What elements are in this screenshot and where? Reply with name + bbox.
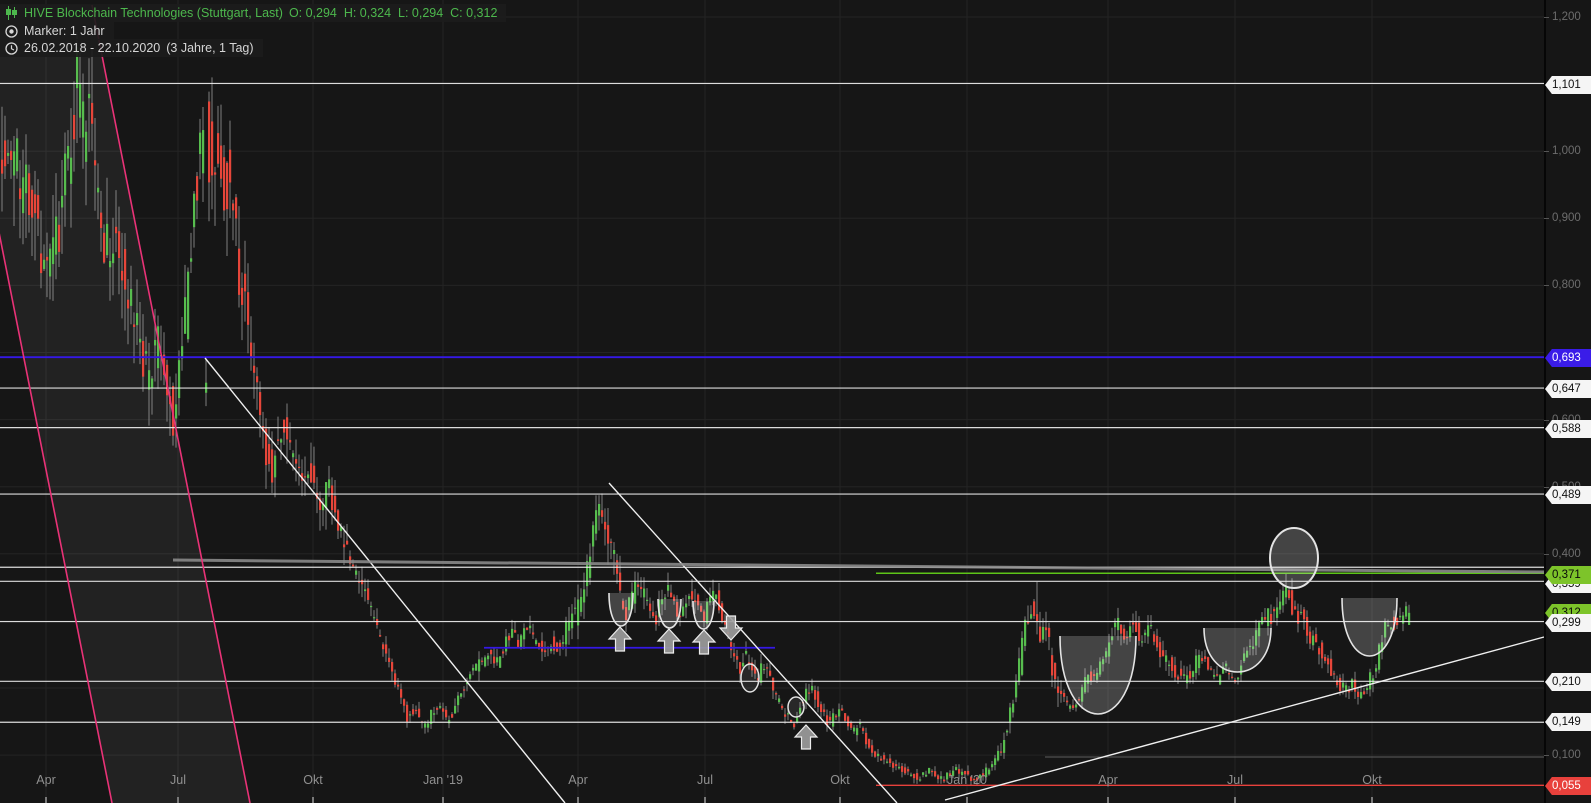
time-axis-label: Okt bbox=[1362, 772, 1381, 788]
time-axis-tick bbox=[1371, 797, 1373, 803]
date-range: 26.02.2018 - 22.10.2020 bbox=[24, 41, 160, 55]
up-arrow-annotation[interactable] bbox=[795, 725, 817, 749]
axis-tick-mark bbox=[1544, 420, 1549, 421]
ellipse-annotation[interactable] bbox=[1270, 528, 1318, 588]
time-axis-label: Okt bbox=[830, 772, 849, 788]
time-axis-tick bbox=[45, 797, 47, 803]
price-tag-white: 0,149 bbox=[1545, 713, 1591, 731]
time-axis-tick bbox=[1234, 797, 1236, 803]
time-axis-label: Apr bbox=[568, 772, 587, 788]
price-tag-white: 0,647 bbox=[1545, 380, 1591, 398]
axis-tick-mark bbox=[1544, 218, 1549, 219]
axis-tick-label: 0,900 bbox=[1552, 211, 1591, 225]
price-tag-white: 0,210 bbox=[1545, 673, 1591, 691]
time-axis-label: Jan '19 bbox=[423, 772, 463, 788]
price-tag-green: 0,371 bbox=[1545, 566, 1591, 584]
date-range-extra: (3 Jahre, 1 Tag) bbox=[166, 41, 253, 55]
marker-label: Marker: 1 Jahr bbox=[24, 24, 105, 38]
price-tag-white: 0,588 bbox=[1545, 420, 1591, 438]
axis-tick-label: 0,400 bbox=[1552, 547, 1591, 561]
time-axis-label: Apr bbox=[1098, 772, 1117, 788]
long-gray-resistance-trendline[interactable] bbox=[173, 560, 1544, 572]
marker-legend: Marker: 1 Jahr bbox=[0, 22, 114, 40]
time-axis-tick bbox=[312, 797, 314, 803]
time-axis-label: Okt bbox=[303, 772, 322, 788]
axis-tick-label: 0,800 bbox=[1552, 278, 1591, 292]
axis-tick-mark bbox=[1544, 554, 1549, 555]
cup-annotation[interactable] bbox=[658, 599, 681, 628]
up-arrow-annotation[interactable] bbox=[693, 630, 715, 654]
cup-annotation[interactable] bbox=[1060, 636, 1136, 714]
axis-tick-label: 0,100 bbox=[1552, 748, 1591, 762]
chart-canvas[interactable] bbox=[0, 0, 1591, 803]
time-axis-tick bbox=[442, 797, 444, 803]
marker-icon bbox=[5, 25, 18, 38]
cup-annotation[interactable] bbox=[1342, 598, 1397, 656]
price-tag-white: 0,299 bbox=[1545, 614, 1591, 632]
down-arrow-annotation[interactable] bbox=[720, 616, 742, 640]
time-axis-label: Jan '20 bbox=[947, 772, 987, 788]
charting-app-window: 1,2001,0000,9000,8000,6000,5000,4000,100… bbox=[0, 0, 1591, 803]
axis-tick-label: 1,200 bbox=[1552, 10, 1591, 24]
clock-icon bbox=[5, 42, 18, 55]
date-range-legend: 26.02.2018 - 22.10.2020 (3 Jahre, 1 Tag) bbox=[0, 39, 263, 57]
candlestick-icon bbox=[5, 6, 18, 20]
downtrend-2018-trendline[interactable] bbox=[205, 358, 565, 803]
ohlc-readout: O: 0,294 H: 0,324 L: 0,294 C: 0,312 bbox=[289, 6, 497, 20]
axis-tick-label: 1,000 bbox=[1552, 144, 1591, 158]
price-tag-white: 0,489 bbox=[1545, 486, 1591, 504]
time-axis-tick bbox=[839, 797, 841, 803]
axis-tick-mark bbox=[1544, 151, 1549, 152]
time-axis-label: Jul bbox=[697, 772, 713, 788]
price-tag-white: 1,101 bbox=[1545, 76, 1591, 94]
time-axis-tick bbox=[704, 797, 706, 803]
time-axis-tick bbox=[577, 797, 579, 803]
time-axis-label: Jul bbox=[170, 772, 186, 788]
price-tag-blue: 0,693 bbox=[1545, 349, 1591, 367]
time-axis-tick bbox=[177, 797, 179, 803]
axis-tick-mark bbox=[1544, 285, 1549, 286]
axis-tick-mark bbox=[1544, 487, 1549, 488]
instrument-legend: HIVE Blockchain Technologies (Stuttgart,… bbox=[0, 4, 506, 22]
axis-tick-mark bbox=[1544, 755, 1549, 756]
ellipse-annotation[interactable] bbox=[741, 664, 759, 692]
time-axis-label: Apr bbox=[36, 772, 55, 788]
time-axis-tick bbox=[966, 797, 968, 803]
price-tag-red: 0,055 bbox=[1545, 777, 1591, 795]
cup-annotation[interactable] bbox=[1204, 628, 1271, 672]
up-arrow-annotation[interactable] bbox=[658, 629, 680, 653]
axis-tick-mark bbox=[1544, 17, 1549, 18]
instrument-title: HIVE Blockchain Technologies (Stuttgart,… bbox=[24, 6, 283, 20]
cup-annotation[interactable] bbox=[693, 601, 714, 629]
ellipse-annotation[interactable] bbox=[788, 697, 804, 717]
time-axis-tick bbox=[1107, 797, 1109, 803]
time-axis-label: Jul bbox=[1227, 772, 1243, 788]
